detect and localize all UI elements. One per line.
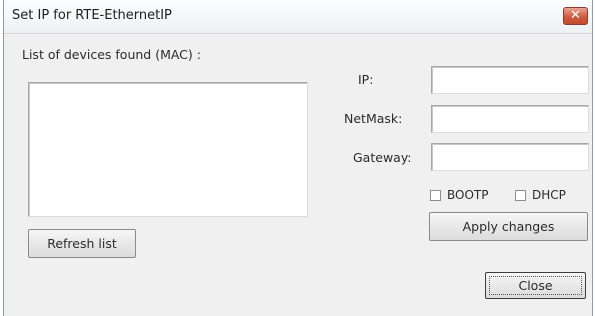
close-button[interactable]: Close	[485, 272, 586, 299]
window-title: Set IP for RTE-EthernetIP	[12, 8, 172, 23]
bootp-checkbox[interactable]	[430, 189, 441, 201]
close-button-label: Close	[518, 278, 553, 293]
dhcp-label: DHCP	[532, 188, 566, 202]
devices-listbox[interactable]	[28, 82, 308, 217]
title-bar[interactable]: Set IP for RTE-EthernetIP ✕	[4, 0, 592, 34]
devices-list-label: List of devices found (MAC) :	[22, 47, 201, 62]
bootp-option[interactable]: BOOTP	[430, 187, 488, 203]
ip-label: IP:	[358, 72, 374, 87]
refresh-list-button[interactable]: Refresh list	[28, 229, 136, 258]
window-close-icon[interactable]: ✕	[563, 7, 588, 25]
ip-input[interactable]	[431, 66, 589, 94]
gateway-label: Gateway:	[353, 150, 412, 165]
gateway-input[interactable]	[431, 143, 589, 171]
bootp-label: BOOTP	[447, 188, 489, 202]
dhcp-checkbox[interactable]	[515, 189, 526, 201]
dhcp-option[interactable]: DHCP	[515, 187, 566, 203]
netmask-label: NetMask:	[344, 111, 403, 126]
netmask-input[interactable]	[431, 105, 589, 133]
apply-changes-button[interactable]: Apply changes	[429, 212, 588, 241]
dialog-window: Set IP for RTE-EthernetIP ✕ List of devi…	[3, 0, 593, 316]
